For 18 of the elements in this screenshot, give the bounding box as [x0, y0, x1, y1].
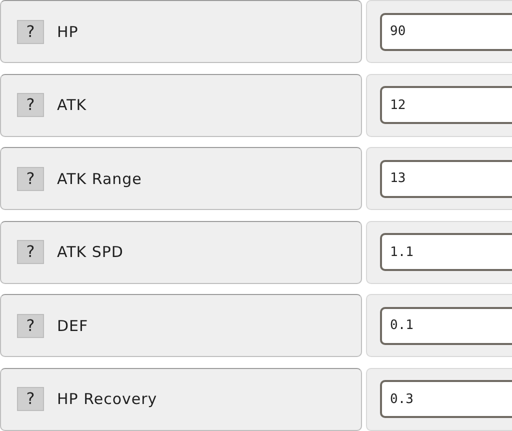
input-field[interactable]: 12	[380, 86, 512, 124]
stat-label: HP Recovery	[57, 390, 158, 408]
help-button[interactable]: ?	[17, 20, 44, 44]
help-button[interactable]: ?	[17, 166, 44, 190]
stat-label: DEF	[57, 316, 88, 334]
stat-label: ATK Range	[57, 170, 142, 188]
help-button[interactable]: ?	[17, 93, 44, 117]
help-button[interactable]: ?	[17, 387, 44, 411]
help-button[interactable]: ?	[17, 240, 44, 264]
stat-label: ATK	[57, 96, 87, 114]
stat-label: ATK SPD	[57, 243, 124, 261]
input-field[interactable]: 1.1	[380, 233, 512, 271]
stat-label: HP	[57, 22, 78, 40]
input-field[interactable]: 0.3	[380, 380, 512, 418]
help-button[interactable]: ?	[17, 314, 44, 338]
input-field[interactable]: 13	[380, 160, 512, 198]
input-field[interactable]: 90	[380, 12, 512, 50]
input-field[interactable]: 0.1	[380, 306, 512, 344]
